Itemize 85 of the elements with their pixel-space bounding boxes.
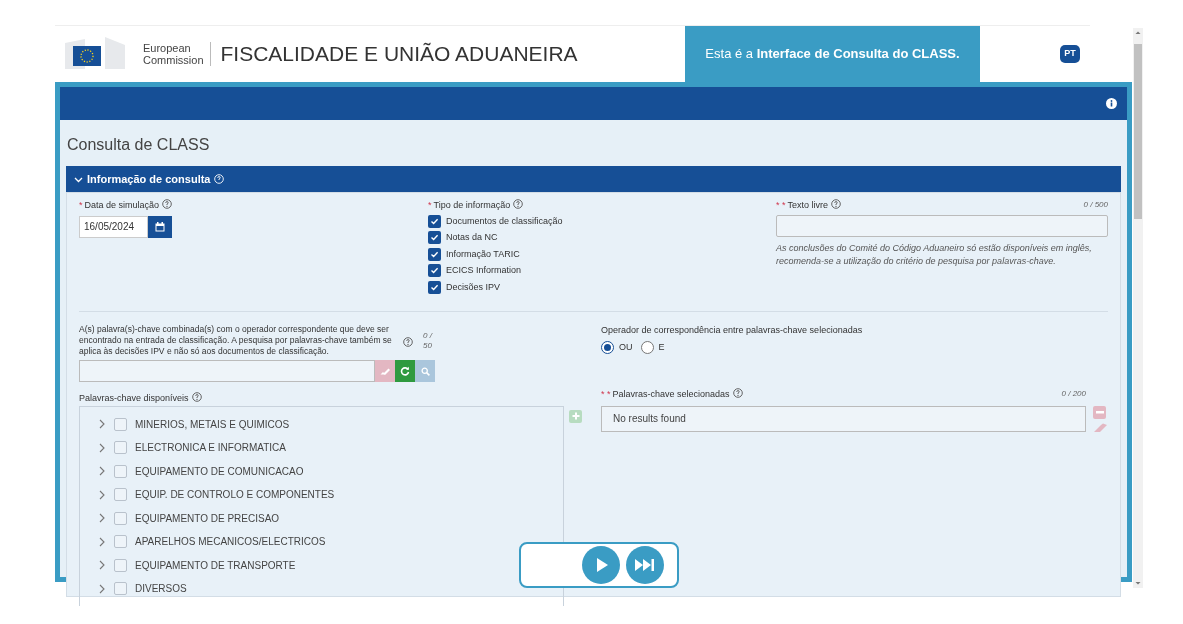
page-title: Consulta de CLASS	[66, 135, 211, 155]
checkbox[interactable]	[114, 582, 127, 596]
calendar-icon	[155, 221, 165, 232]
checkbox[interactable]	[114, 488, 127, 502]
field-label: Palavras-chave selecionadas	[612, 388, 730, 401]
tree-item[interactable]: EQUIP. DE CONTROLO E COMPONENTES	[98, 483, 335, 507]
required-marker: *	[428, 200, 432, 210]
help-icon[interactable]	[162, 199, 173, 209]
radio-label: E	[658, 340, 665, 354]
clear-button[interactable]	[375, 360, 395, 382]
checkbox[interactable]	[114, 535, 127, 549]
tree-item-label: MINERIOS, METAIS E QUIMICOS	[135, 417, 290, 432]
checkbox[interactable]	[428, 280, 441, 294]
field-label: Texto livre	[787, 199, 829, 212]
date-field[interactable]: 16/05/2024	[79, 215, 148, 238]
checkbox-label: Decisões IPV	[446, 280, 501, 294]
checkbox[interactable]	[114, 511, 127, 525]
checkbox-label: Documentos de classificação	[446, 214, 563, 228]
free-text-field[interactable]	[776, 214, 1108, 237]
calendar-button[interactable]	[148, 215, 172, 238]
checkbox[interactable]	[114, 441, 127, 455]
help-icon[interactable]	[513, 199, 524, 209]
checkbox[interactable]	[428, 214, 441, 228]
remove-button[interactable]	[1093, 405, 1106, 419]
scrollbar-drawing[interactable]	[1133, 28, 1143, 588]
play-button[interactable]	[582, 546, 620, 584]
checkbox-label: ECICS Information	[446, 264, 522, 277]
checkbox-label: Informação TARIC	[446, 247, 520, 261]
character-counter: 0 / 200	[1061, 388, 1086, 400]
selected-keywords-field: No results found	[601, 405, 1086, 432]
tree-item[interactable]: MINERIOS, METAIS E QUIMICOS	[98, 412, 290, 436]
help-note: As conclusões do Comité do Código Aduaneiro só estão disponíveis em inglês, recomenda-se a utilização do critério de pesquisa por palavras-chave.	[776, 241, 1093, 268]
info-banner: Esta é a Interface de Consulta do CLASS.	[685, 25, 980, 83]
checkbox[interactable]	[114, 558, 127, 572]
tree-item[interactable]: APARELHOS MECANICOS/ELECTRICOS	[98, 530, 326, 554]
logo-text: European	[143, 42, 192, 54]
tree-item[interactable]: EQUIPAMENTO DE PRECISAO	[98, 506, 280, 530]
refresh-button[interactable]	[395, 360, 415, 382]
checkbox-label: Notas da NC	[446, 231, 498, 244]
help-icon[interactable]	[831, 199, 842, 209]
section-header[interactable]: Informação de consulta	[66, 166, 1121, 192]
field-label: Data de simulação	[84, 200, 160, 210]
refresh-icon	[400, 366, 410, 376]
plus-icon	[571, 412, 580, 420]
field-label: Palavras-chave disponíveis	[79, 393, 189, 403]
help-icon[interactable]	[191, 392, 202, 402]
radio-button[interactable]	[640, 340, 654, 354]
search-button[interactable]	[415, 360, 435, 382]
tree-item[interactable]: ELECTRONICA E INFORMATICA	[98, 436, 286, 460]
tree-item[interactable]: EQUIPAMENTO DE TRANSPORTE	[98, 553, 296, 577]
required-marker: * *	[601, 388, 611, 401]
tree-item[interactable]: DIVERSOS	[98, 577, 187, 601]
checkbox[interactable]	[428, 247, 441, 261]
character-counter: 0 / 500	[1083, 199, 1108, 211]
tree-item-label: DIVERSOS	[135, 582, 187, 597]
tree-item[interactable]: EQUIPAMENTO DE COMUNICACAO	[98, 459, 304, 483]
logo-text: Commission	[143, 54, 204, 66]
checkbox[interactable]	[114, 417, 127, 431]
tree-item-label: ELECTRONICA E INFORMATICA	[135, 441, 286, 456]
site-title: FISCALIDADE E UNIÃO ADUANEIRA	[220, 41, 578, 68]
tree-item-label: APARELHOS MECANICOS/ELECTRICOS	[135, 535, 326, 550]
tree-item-label: EQUIPAMENTO DE TRANSPORTE	[135, 558, 296, 573]
field-label: Operador de correspondência entre palavras-chave selecionadas	[601, 324, 864, 337]
required-marker: * *	[776, 199, 786, 212]
tree-item-label: EQUIP. DE CONTROLO E COMPONENTES	[135, 488, 335, 503]
field-label: Tipo de informação	[433, 200, 511, 210]
info-icon[interactable]	[1106, 98, 1117, 109]
keywords-description: A(s) palavra(s)-chave combinada(s) com o operador correspondente que deve ser encontrado na entrada de classificação. A pesquisa por palavras-chave também se aplica às decisões IPV e não só aos documentos de classificação.	[79, 324, 393, 357]
tree-item-label: EQUIPAMENTO DE COMUNICACAO	[135, 464, 304, 479]
language-badge[interactable]: PT	[1060, 45, 1080, 63]
minus-icon	[1095, 410, 1104, 414]
search-icon	[420, 366, 430, 376]
checkbox[interactable]	[114, 464, 127, 478]
section-title: Informação de consulta	[87, 171, 211, 187]
radio-label: OU	[619, 340, 633, 354]
help-icon[interactable]	[403, 336, 413, 347]
help-icon[interactable]	[732, 388, 743, 398]
checkbox[interactable]	[428, 231, 441, 245]
tree-item-label: EQUIPAMENTO DE PRECISAO	[135, 511, 280, 526]
radio-button[interactable]	[601, 340, 614, 354]
checkbox[interactable]	[428, 264, 441, 278]
character-counter: 0 / 50	[423, 330, 434, 351]
keyword-input[interactable]	[79, 360, 375, 382]
required-marker: *	[79, 200, 83, 210]
skip-forward-button[interactable]	[626, 546, 664, 584]
